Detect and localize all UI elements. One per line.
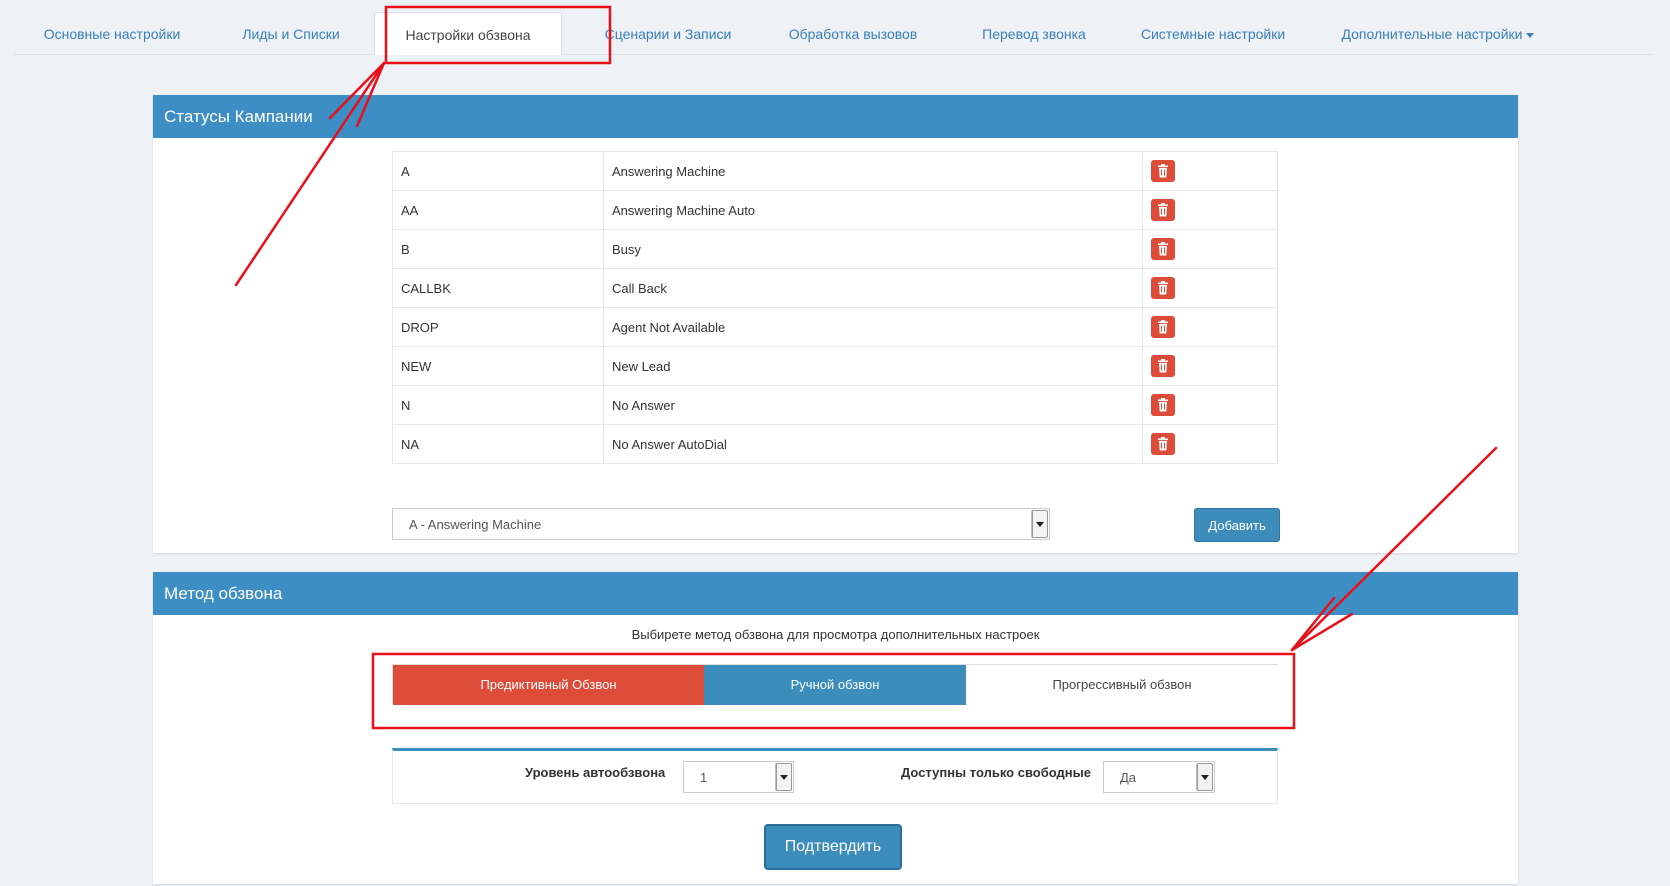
status-name: Call Back (602, 268, 1144, 308)
method-hint: Выбирете метод обзвона для просмотра доп… (631, 627, 1040, 642)
tab-additional-settings[interactable]: Дополнительные настройки (1332, 12, 1544, 54)
status-code: N (392, 385, 604, 425)
delete-status-button[interactable] (1151, 199, 1176, 221)
status-actions (1142, 151, 1278, 191)
status-actions (1142, 229, 1278, 269)
table-row: DROP Agent Not Available (392, 307, 1278, 347)
manual-dial-button[interactable]: Ручной обзвон (704, 665, 966, 705)
status-actions (1142, 346, 1278, 386)
tab-additional-settings-label: Дополнительные настройки (1341, 26, 1523, 42)
chevron-down-icon (1031, 510, 1048, 538)
status-name: Agent Not Available (602, 307, 1144, 347)
status-name: Answering Machine Auto (602, 190, 1144, 230)
status-name: New Lead (602, 346, 1144, 386)
status-code: CALLBK (392, 268, 604, 308)
delete-status-button[interactable] (1151, 238, 1176, 260)
table-row: NEW New Lead (392, 346, 1278, 386)
available-only-value: Да (1120, 770, 1137, 785)
autodial-level-value: 1 (700, 770, 708, 785)
dial-settings-box: Уровень автообзвона 1 Доступны только св… (392, 748, 1278, 804)
caret-down-icon (1526, 32, 1535, 38)
status-code: DROP (392, 307, 604, 347)
panel-title: Статусы Кампании (153, 95, 1518, 138)
status-actions (1142, 307, 1278, 347)
top-nav: Основные настройки Лиды и Списки Настрой… (14, 0, 1654, 55)
delete-status-button[interactable] (1151, 433, 1176, 455)
tab-system-settings[interactable]: Системные настройки (1132, 12, 1294, 54)
available-only-select[interactable]: Да (1103, 761, 1215, 793)
delete-status-button[interactable] (1151, 394, 1176, 416)
status-code: NA (392, 424, 604, 464)
status-select[interactable]: A - Answering Machine (392, 508, 1050, 540)
autodial-level-select[interactable]: 1 (683, 761, 794, 793)
table-row: B Busy (392, 229, 1278, 269)
tab-call-handling[interactable]: Обработка вызовов (772, 12, 934, 54)
table-row: AA Answering Machine Auto (392, 190, 1278, 230)
tab-call-transfer[interactable]: Перевод звонка (964, 12, 1104, 54)
delete-status-button[interactable] (1151, 160, 1176, 182)
status-name: Answering Machine (602, 151, 1144, 191)
table-row: NA No Answer AutoDial (392, 424, 1278, 464)
status-code: B (392, 229, 604, 269)
status-select-value: A - Answering Machine (409, 517, 542, 532)
chevron-down-icon (775, 763, 792, 791)
chevron-down-icon (1196, 763, 1213, 791)
status-name: Busy (602, 229, 1144, 269)
delete-status-button[interactable] (1151, 277, 1176, 299)
tab-scripts-records[interactable]: Сценарии и Записи (588, 12, 748, 54)
predictive-dial-button[interactable]: Предиктивный Обзвон (393, 665, 704, 705)
campaign-statuses-panel: Статусы Кампании A Answering Machine AA Ans… (153, 95, 1518, 553)
tab-basic-settings[interactable]: Основные настройки (28, 12, 196, 54)
status-actions (1142, 385, 1278, 425)
table-row: N No Answer (392, 385, 1278, 425)
dial-method-group: Предиктивный Обзвон Ручной обзвон Прогре… (392, 664, 1278, 705)
status-actions (1142, 190, 1278, 230)
table-row: A Answering Machine (392, 151, 1278, 191)
table-row: CALLBK Call Back (392, 268, 1278, 308)
status-actions (1142, 424, 1278, 464)
status-code: A (392, 151, 604, 191)
status-actions (1142, 268, 1278, 308)
tab-dial-settings[interactable]: Настройки обзвона (374, 12, 562, 55)
status-code: AA (392, 190, 604, 230)
available-only-label: Доступны только свободные (901, 765, 1091, 780)
status-code: NEW (392, 346, 604, 386)
tab-leads-lists[interactable]: Лиды и Списки (226, 12, 356, 54)
delete-status-button[interactable] (1151, 316, 1176, 338)
add-status-button[interactable]: Добавить (1194, 508, 1280, 542)
delete-status-button[interactable] (1151, 355, 1176, 377)
autodial-level-label: Уровень автообзвона (525, 765, 666, 780)
progressive-dial-button[interactable]: Прогрессивный обзвон (966, 665, 1278, 705)
status-name: No Answer AutoDial (602, 424, 1144, 464)
panel-title: Метод обзвона (153, 572, 1518, 615)
status-name: No Answer (602, 385, 1144, 425)
dial-method-panel: Метод обзвона Выбирете метод обзвона для… (153, 572, 1518, 884)
confirm-button[interactable]: Подтвердить (764, 824, 902, 870)
status-table: A Answering Machine AA Answering Machine Au… (392, 151, 1278, 464)
